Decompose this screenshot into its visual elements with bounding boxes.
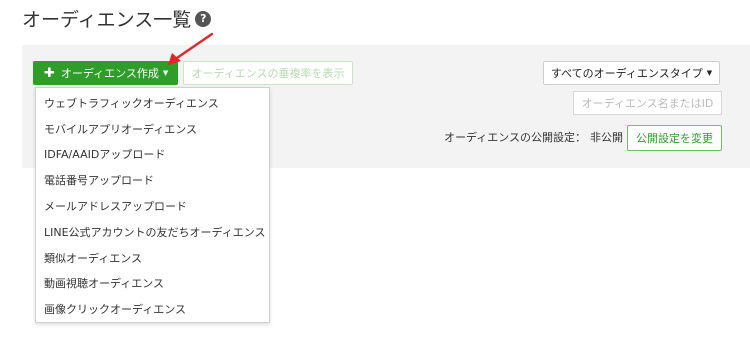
caret-down-icon: ▼ (162, 69, 169, 77)
change-publish-setting-label: 公開設定を変更 (636, 132, 713, 145)
menu-item-phone-upload[interactable]: 電話番号アップロード (36, 167, 269, 193)
audience-search-input[interactable]: オーディエンス名またはID (573, 91, 722, 115)
caret-down-icon: ▼ (706, 69, 713, 77)
question-circle-icon[interactable]: ? (195, 10, 212, 27)
publish-setting-value: 非公開 (590, 131, 624, 144)
search-placeholder: オーディエンス名またはID (581, 97, 714, 110)
plus-icon: ✚ (44, 65, 55, 81)
menu-item-idfa-upload[interactable]: IDFA/AAIDアップロード (36, 142, 269, 168)
audience-type-select[interactable]: すべてのオーディエンスタイプ ▼ (543, 61, 720, 85)
menu-item-lookalike[interactable]: 類似オーディエンス (36, 245, 269, 271)
publish-setting-label: オーディエンスの公開設定： 非公開 (444, 129, 623, 145)
create-audience-menu: ウェブトラフィックオーディエンス モバイルアプリオーディエンス IDFA/AAI… (35, 87, 270, 323)
menu-item-video-view[interactable]: 動画視聴オーディエンス (36, 271, 269, 297)
menu-item-web-traffic[interactable]: ウェブトラフィックオーディエンス (36, 90, 269, 116)
annotation-arrow-icon (168, 32, 214, 65)
menu-item-mobile-app[interactable]: モバイルアプリオーディエンス (36, 116, 269, 142)
audience-type-value: すべてのオーディエンスタイプ (550, 67, 703, 80)
page-title: オーディエンス一覧 ? (22, 5, 212, 32)
page-title-text: オーディエンス一覧 (22, 9, 192, 31)
create-audience-label: オーディエンス作成 (60, 67, 159, 80)
menu-item-line-friends[interactable]: LINE公式アカウントの友だちオーディエンス (36, 219, 269, 245)
menu-item-email-upload[interactable]: メールアドレスアップロード (36, 193, 269, 219)
change-publish-setting-button[interactable]: 公開設定を変更 (627, 125, 722, 151)
menu-item-image-click[interactable]: 画像クリックオーディエンス (36, 296, 269, 322)
publish-setting-text: オーディエンスの公開設定： (444, 131, 587, 144)
create-audience-button[interactable]: ✚ オーディエンス作成 ▼ (33, 61, 178, 85)
